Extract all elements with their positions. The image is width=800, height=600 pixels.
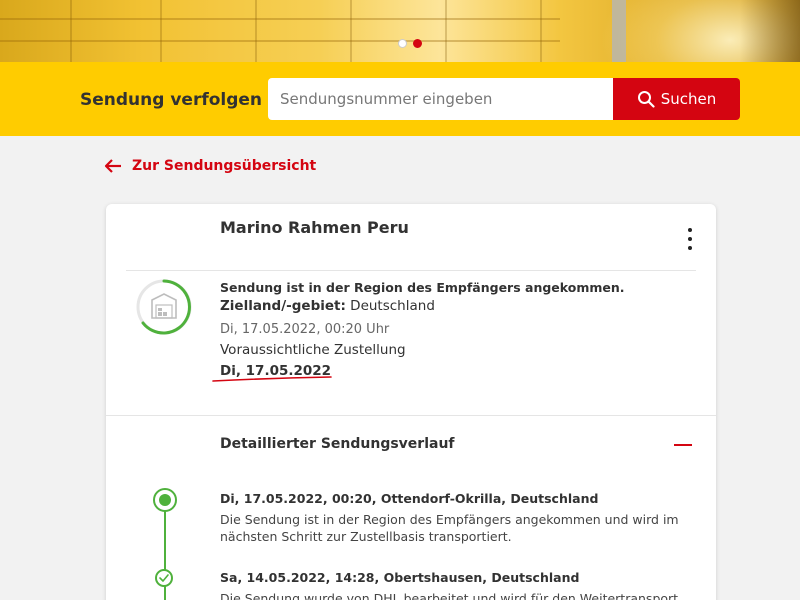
more-options-icon[interactable]: [684, 228, 696, 250]
status-progress-icon: [136, 279, 192, 335]
shipment-title: Marino Rahmen Peru: [220, 218, 409, 237]
timeline-event: Di, 17.05.2022, 00:20, Ottendorf-Okrilla…: [220, 490, 690, 545]
red-underline-mark: [212, 376, 332, 382]
search-button[interactable]: Suchen: [613, 78, 740, 120]
status-headline: Sendung ist in der Region des Empfängers…: [220, 280, 625, 295]
divider: [106, 415, 716, 416]
timeline-current-dot-icon: [153, 488, 177, 512]
carousel-dot-1[interactable]: [398, 39, 407, 48]
shipment-card: Marino Rahmen Peru Sendung ist in der Re…: [106, 204, 716, 600]
arrow-left-icon: [104, 159, 121, 173]
timeline-check-icon: [155, 569, 173, 587]
hero-banner: [0, 0, 800, 62]
destination-label: Zielland/-gebiet:: [220, 298, 346, 314]
tracking-number-input[interactable]: [268, 78, 614, 120]
tracking-bar: Sendung verfolgen Suchen: [0, 62, 800, 136]
history-title: Detaillierter Sendungsverlauf: [220, 436, 455, 452]
event-heading: Sa, 14.05.2022, 14:28, Obertshausen, Deu…: [220, 570, 580, 585]
destination-row: Zielland/-gebiet: Deutschland: [220, 297, 625, 316]
event-description: Die Sendung wurde von DHL bearbeitet und…: [220, 591, 679, 600]
divider: [126, 270, 696, 271]
status-timestamp: Di, 17.05.2022, 00:20 Uhr: [220, 322, 390, 337]
destination-value: Deutschland: [350, 298, 435, 314]
collapse-minus-icon[interactable]: [674, 444, 692, 446]
carousel-dot-2[interactable]: [413, 39, 422, 48]
back-to-overview-link[interactable]: Zur Sendungsübersicht: [104, 158, 316, 174]
carousel-dots: [398, 39, 422, 48]
timeline-event: Sa, 14.05.2022, 14:28, Obertshausen, Deu…: [220, 569, 690, 600]
search-button-label: Suchen: [660, 90, 717, 108]
search-icon: [637, 91, 655, 108]
tracking-title: Sendung verfolgen: [80, 90, 263, 110]
status-block: Sendung ist in der Region des Empfängers…: [220, 278, 625, 381]
expected-delivery-label: Voraussichtliche Zustellung: [220, 342, 406, 358]
event-heading: Di, 17.05.2022, 00:20, Ottendorf-Okrilla…: [220, 491, 599, 506]
back-link-label: Zur Sendungsübersicht: [132, 158, 317, 174]
event-description: Die Sendung ist in der Region des Empfän…: [220, 512, 679, 544]
